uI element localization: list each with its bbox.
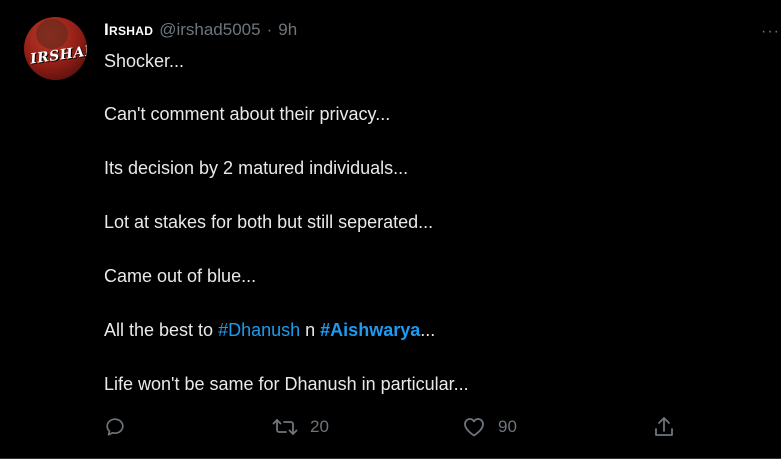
reply-icon	[104, 416, 126, 438]
more-options-icon[interactable]: ···	[761, 22, 781, 42]
tweet-line-6-mid: n	[300, 320, 321, 340]
avatar[interactable]: IRSHAD	[24, 17, 87, 80]
tweet-line-4: Lot at stakes for both but still seperat…	[104, 212, 434, 232]
header-separator: ·	[266, 20, 273, 39]
hashtag-aishwarya[interactable]: #Aishwarya	[320, 320, 420, 340]
tweet-header: Irshad @irshad5005 · 9h	[104, 20, 297, 42]
tweet-timestamp[interactable]: 9h	[278, 20, 297, 40]
tweet-line-7: Life won't be same for Dhanush in partic…	[104, 374, 469, 394]
heart-icon	[462, 416, 486, 438]
tweet-line-6-prefix: All the best to	[104, 320, 219, 340]
hashtag-dhanush[interactable]: #Dhanush	[218, 320, 300, 340]
like-count: 90	[498, 417, 517, 436]
reply-button[interactable]	[104, 413, 126, 441]
tweet-line-5: Came out of blue...	[104, 266, 257, 286]
tweet-line-1: Shocker...	[104, 51, 185, 71]
author-handle[interactable]: @irshad5005	[159, 20, 260, 40]
tweet-line-6: All the best to #Dhanush n #Aishwarya...	[104, 319, 435, 341]
retweet-button[interactable]: 20	[272, 413, 329, 441]
author-name[interactable]: Irshad	[104, 20, 153, 40]
tweet-line-6-suffix: ...	[420, 320, 436, 340]
avatar-face	[36, 19, 68, 49]
share-icon	[653, 415, 675, 439]
tweet-line-3: Its decision by 2 matured individuals...	[104, 158, 409, 178]
retweet-icon	[272, 416, 298, 438]
share-button[interactable]	[653, 413, 675, 441]
like-button[interactable]: 90	[462, 413, 517, 441]
tweet-line-2: Can't comment about their privacy...	[104, 104, 391, 124]
retweet-count: 20	[310, 417, 329, 436]
